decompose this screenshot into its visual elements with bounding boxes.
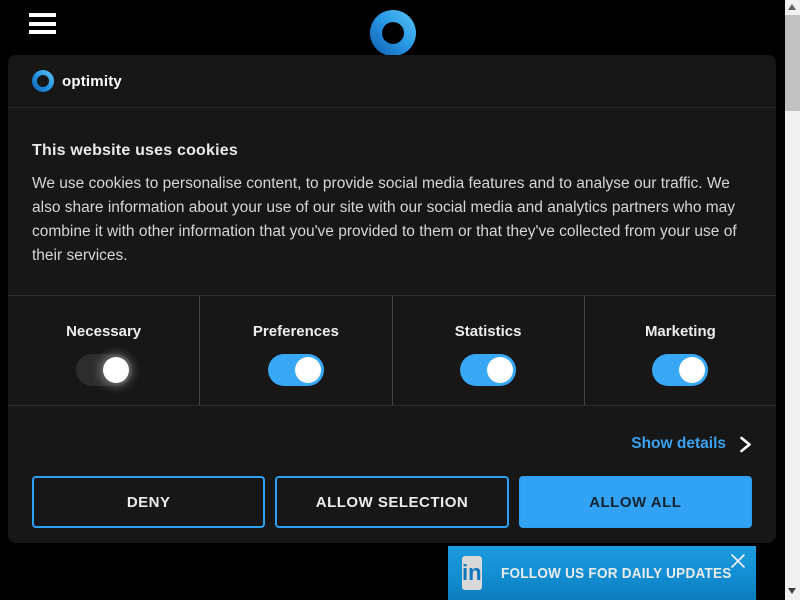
category-preferences: Preferences [199, 296, 391, 405]
deny-button[interactable]: DENY [32, 476, 265, 528]
consent-categories: Necessary Preferences Statistics Marketi… [8, 295, 776, 406]
optimity-ring-icon [32, 70, 54, 92]
close-icon[interactable] [728, 551, 748, 571]
toggle-statistics[interactable] [460, 354, 516, 386]
scrollbar-thumb[interactable] [785, 15, 800, 111]
cookie-consent-dialog: optimity This website uses cookies We us… [8, 55, 776, 543]
toggle-knob [679, 357, 705, 383]
menu-hamburger-icon[interactable] [29, 13, 56, 34]
toggle-knob [103, 357, 129, 383]
toggle-necessary [76, 354, 132, 386]
linkedin-banner-label: FOLLOW US FOR DAILY UPDATES [501, 565, 732, 582]
toggle-knob [295, 357, 321, 383]
scroll-down-arrow-icon[interactable] [788, 588, 796, 594]
allow-selection-button[interactable]: ALLOW SELECTION [275, 476, 508, 528]
dialog-header: optimity [8, 55, 776, 108]
brand-name: optimity [62, 73, 122, 90]
toggle-preferences[interactable] [268, 354, 324, 386]
category-label: Necessary [8, 323, 199, 340]
category-label: Statistics [393, 323, 584, 340]
toggle-marketing[interactable] [652, 354, 708, 386]
scroll-up-arrow-icon[interactable] [788, 4, 796, 10]
category-necessary: Necessary [8, 296, 199, 405]
dialog-description: We use cookies to personalise content, t… [32, 172, 752, 268]
category-label: Preferences [200, 323, 391, 340]
dialog-title: This website uses cookies [32, 142, 752, 160]
category-marketing: Marketing [584, 296, 776, 405]
site-logo-ring-icon[interactable] [370, 10, 416, 56]
category-label: Marketing [585, 323, 776, 340]
allow-all-button[interactable]: ALLOW ALL [519, 476, 752, 528]
show-details-link[interactable]: Show details [631, 435, 726, 453]
chevron-right-icon[interactable] [739, 436, 752, 453]
linkedin-icon[interactable]: in [462, 556, 482, 590]
linkedin-banner[interactable]: in FOLLOW US FOR DAILY UPDATES [448, 546, 756, 600]
toggle-knob [487, 357, 513, 383]
scrollbar[interactable] [785, 0, 800, 600]
category-statistics: Statistics [392, 296, 584, 405]
